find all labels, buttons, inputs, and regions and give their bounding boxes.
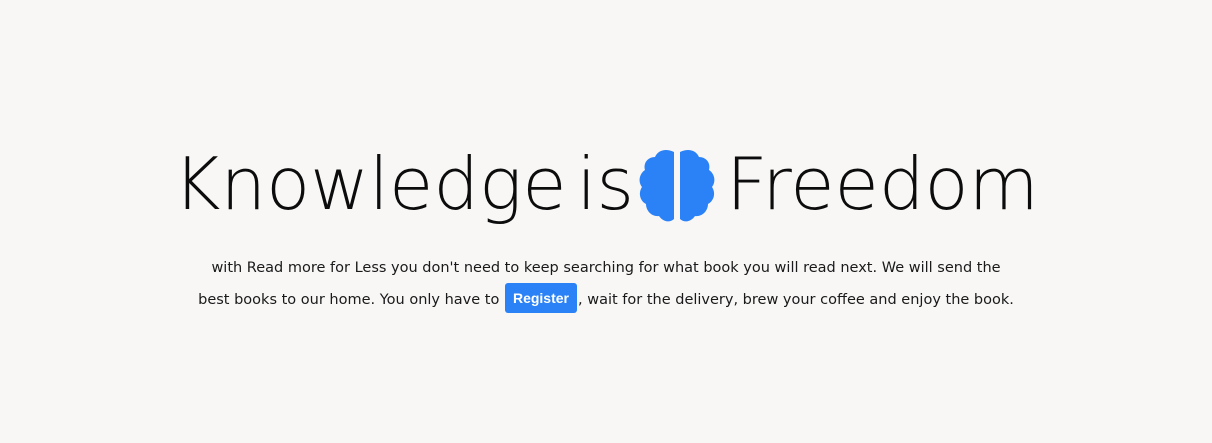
tagline-line-2-start: best books to our home. You only have to (198, 292, 504, 308)
headline-word-is: is (576, 142, 635, 226)
hero-section: Knowledge is Freedom with Read more for … (0, 0, 1212, 443)
tagline-line-1: with Read more for Less you don't need t… (211, 260, 1001, 276)
tagline-line-2-end: , wait for the delivery, brew your coffe… (578, 292, 1014, 308)
headline-word-knowledge: Knowledge (173, 142, 567, 226)
register-button[interactable]: Register (504, 283, 577, 313)
headline-word-freedom: Freedom (726, 142, 1039, 226)
hero-headline: Knowledge is Freedom (0, 136, 1212, 232)
hero-tagline: with Read more for Less you don't need t… (190, 252, 1022, 316)
brain-icon (636, 148, 718, 224)
